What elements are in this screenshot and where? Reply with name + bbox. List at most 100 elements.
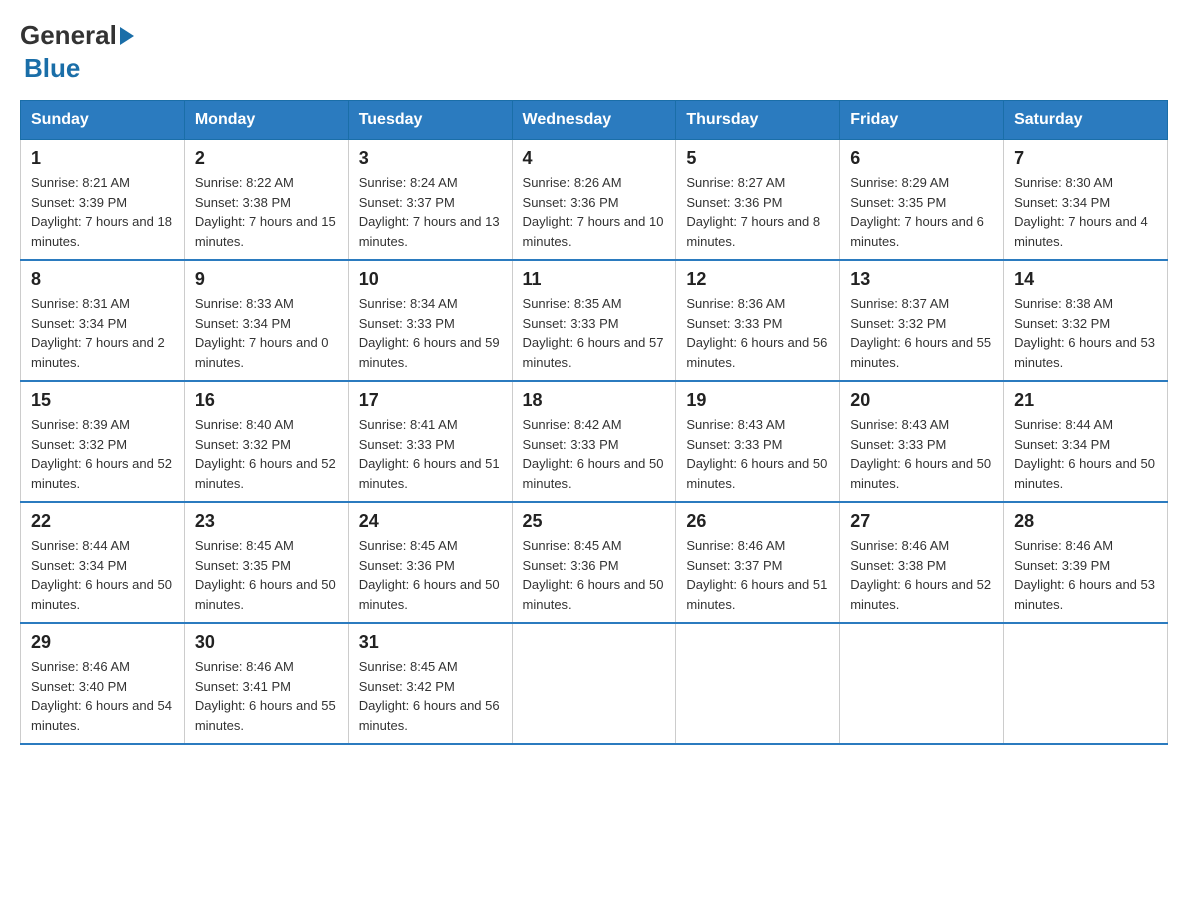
week-row-3: 15 Sunrise: 8:39 AMSunset: 3:32 PMDaylig… [21,381,1168,502]
calendar-cell: 1 Sunrise: 8:21 AMSunset: 3:39 PMDayligh… [21,140,185,261]
column-header-tuesday: Tuesday [348,101,512,140]
calendar-cell: 18 Sunrise: 8:42 AMSunset: 3:33 PMDaylig… [512,381,676,502]
day-info: Sunrise: 8:46 AMSunset: 3:39 PMDaylight:… [1014,538,1155,612]
calendar-cell: 28 Sunrise: 8:46 AMSunset: 3:39 PMDaylig… [1004,502,1168,623]
week-row-4: 22 Sunrise: 8:44 AMSunset: 3:34 PMDaylig… [21,502,1168,623]
calendar-cell: 24 Sunrise: 8:45 AMSunset: 3:36 PMDaylig… [348,502,512,623]
day-number: 12 [686,269,829,290]
column-header-friday: Friday [840,101,1004,140]
day-number: 10 [359,269,502,290]
column-header-wednesday: Wednesday [512,101,676,140]
calendar-cell: 16 Sunrise: 8:40 AMSunset: 3:32 PMDaylig… [184,381,348,502]
calendar-cell: 13 Sunrise: 8:37 AMSunset: 3:32 PMDaylig… [840,260,1004,381]
day-number: 30 [195,632,338,653]
logo-arrow-icon [120,27,134,45]
day-number: 29 [31,632,174,653]
day-number: 21 [1014,390,1157,411]
logo-general-text: General [20,20,117,51]
calendar-cell: 5 Sunrise: 8:27 AMSunset: 3:36 PMDayligh… [676,140,840,261]
calendar-cell [512,623,676,744]
day-info: Sunrise: 8:29 AMSunset: 3:35 PMDaylight:… [850,175,984,249]
day-info: Sunrise: 8:27 AMSunset: 3:36 PMDaylight:… [686,175,820,249]
week-row-2: 8 Sunrise: 8:31 AMSunset: 3:34 PMDayligh… [21,260,1168,381]
day-number: 23 [195,511,338,532]
day-number: 17 [359,390,502,411]
calendar-cell: 17 Sunrise: 8:41 AMSunset: 3:33 PMDaylig… [348,381,512,502]
day-info: Sunrise: 8:44 AMSunset: 3:34 PMDaylight:… [1014,417,1155,491]
day-number: 16 [195,390,338,411]
day-number: 5 [686,148,829,169]
day-number: 9 [195,269,338,290]
day-number: 4 [523,148,666,169]
day-number: 25 [523,511,666,532]
day-info: Sunrise: 8:43 AMSunset: 3:33 PMDaylight:… [686,417,827,491]
calendar-cell [840,623,1004,744]
day-info: Sunrise: 8:26 AMSunset: 3:36 PMDaylight:… [523,175,664,249]
day-info: Sunrise: 8:45 AMSunset: 3:36 PMDaylight:… [359,538,500,612]
day-info: Sunrise: 8:37 AMSunset: 3:32 PMDaylight:… [850,296,991,370]
calendar-cell: 6 Sunrise: 8:29 AMSunset: 3:35 PMDayligh… [840,140,1004,261]
calendar-cell: 20 Sunrise: 8:43 AMSunset: 3:33 PMDaylig… [840,381,1004,502]
column-header-sunday: Sunday [21,101,185,140]
calendar-cell: 30 Sunrise: 8:46 AMSunset: 3:41 PMDaylig… [184,623,348,744]
calendar-cell: 21 Sunrise: 8:44 AMSunset: 3:34 PMDaylig… [1004,381,1168,502]
day-info: Sunrise: 8:42 AMSunset: 3:33 PMDaylight:… [523,417,664,491]
calendar-cell: 25 Sunrise: 8:45 AMSunset: 3:36 PMDaylig… [512,502,676,623]
calendar-cell: 15 Sunrise: 8:39 AMSunset: 3:32 PMDaylig… [21,381,185,502]
day-number: 26 [686,511,829,532]
day-number: 7 [1014,148,1157,169]
calendar-cell: 22 Sunrise: 8:44 AMSunset: 3:34 PMDaylig… [21,502,185,623]
day-info: Sunrise: 8:46 AMSunset: 3:41 PMDaylight:… [195,659,336,733]
day-number: 24 [359,511,502,532]
day-number: 19 [686,390,829,411]
day-info: Sunrise: 8:34 AMSunset: 3:33 PMDaylight:… [359,296,500,370]
calendar-table: SundayMondayTuesdayWednesdayThursdayFrid… [20,100,1168,745]
calendar-cell: 29 Sunrise: 8:46 AMSunset: 3:40 PMDaylig… [21,623,185,744]
day-number: 20 [850,390,993,411]
day-number: 31 [359,632,502,653]
calendar-cell [676,623,840,744]
day-info: Sunrise: 8:45 AMSunset: 3:42 PMDaylight:… [359,659,500,733]
day-number: 2 [195,148,338,169]
day-info: Sunrise: 8:38 AMSunset: 3:32 PMDaylight:… [1014,296,1155,370]
day-info: Sunrise: 8:46 AMSunset: 3:40 PMDaylight:… [31,659,172,733]
day-number: 1 [31,148,174,169]
calendar-cell: 3 Sunrise: 8:24 AMSunset: 3:37 PMDayligh… [348,140,512,261]
day-number: 28 [1014,511,1157,532]
calendar-cell: 31 Sunrise: 8:45 AMSunset: 3:42 PMDaylig… [348,623,512,744]
day-number: 8 [31,269,174,290]
day-info: Sunrise: 8:45 AMSunset: 3:36 PMDaylight:… [523,538,664,612]
calendar-cell: 26 Sunrise: 8:46 AMSunset: 3:37 PMDaylig… [676,502,840,623]
week-row-5: 29 Sunrise: 8:46 AMSunset: 3:40 PMDaylig… [21,623,1168,744]
day-info: Sunrise: 8:43 AMSunset: 3:33 PMDaylight:… [850,417,991,491]
column-header-monday: Monday [184,101,348,140]
day-number: 18 [523,390,666,411]
day-info: Sunrise: 8:45 AMSunset: 3:35 PMDaylight:… [195,538,336,612]
calendar-cell: 27 Sunrise: 8:46 AMSunset: 3:38 PMDaylig… [840,502,1004,623]
day-info: Sunrise: 8:40 AMSunset: 3:32 PMDaylight:… [195,417,336,491]
calendar-cell: 7 Sunrise: 8:30 AMSunset: 3:34 PMDayligh… [1004,140,1168,261]
day-info: Sunrise: 8:24 AMSunset: 3:37 PMDaylight:… [359,175,500,249]
logo-blue-text: Blue [24,53,80,84]
day-number: 15 [31,390,174,411]
day-info: Sunrise: 8:46 AMSunset: 3:37 PMDaylight:… [686,538,827,612]
day-info: Sunrise: 8:41 AMSunset: 3:33 PMDaylight:… [359,417,500,491]
calendar-cell: 11 Sunrise: 8:35 AMSunset: 3:33 PMDaylig… [512,260,676,381]
page-header: General Blue [20,20,1168,84]
calendar-cell: 4 Sunrise: 8:26 AMSunset: 3:36 PMDayligh… [512,140,676,261]
calendar-cell: 19 Sunrise: 8:43 AMSunset: 3:33 PMDaylig… [676,381,840,502]
calendar-cell: 12 Sunrise: 8:36 AMSunset: 3:33 PMDaylig… [676,260,840,381]
column-header-thursday: Thursday [676,101,840,140]
calendar-cell: 10 Sunrise: 8:34 AMSunset: 3:33 PMDaylig… [348,260,512,381]
calendar-cell [1004,623,1168,744]
day-info: Sunrise: 8:30 AMSunset: 3:34 PMDaylight:… [1014,175,1148,249]
day-number: 3 [359,148,502,169]
day-number: 14 [1014,269,1157,290]
calendar-header-row: SundayMondayTuesdayWednesdayThursdayFrid… [21,101,1168,140]
day-info: Sunrise: 8:39 AMSunset: 3:32 PMDaylight:… [31,417,172,491]
column-header-saturday: Saturday [1004,101,1168,140]
calendar-cell: 14 Sunrise: 8:38 AMSunset: 3:32 PMDaylig… [1004,260,1168,381]
calendar-cell: 2 Sunrise: 8:22 AMSunset: 3:38 PMDayligh… [184,140,348,261]
calendar-cell: 23 Sunrise: 8:45 AMSunset: 3:35 PMDaylig… [184,502,348,623]
day-info: Sunrise: 8:33 AMSunset: 3:34 PMDaylight:… [195,296,329,370]
